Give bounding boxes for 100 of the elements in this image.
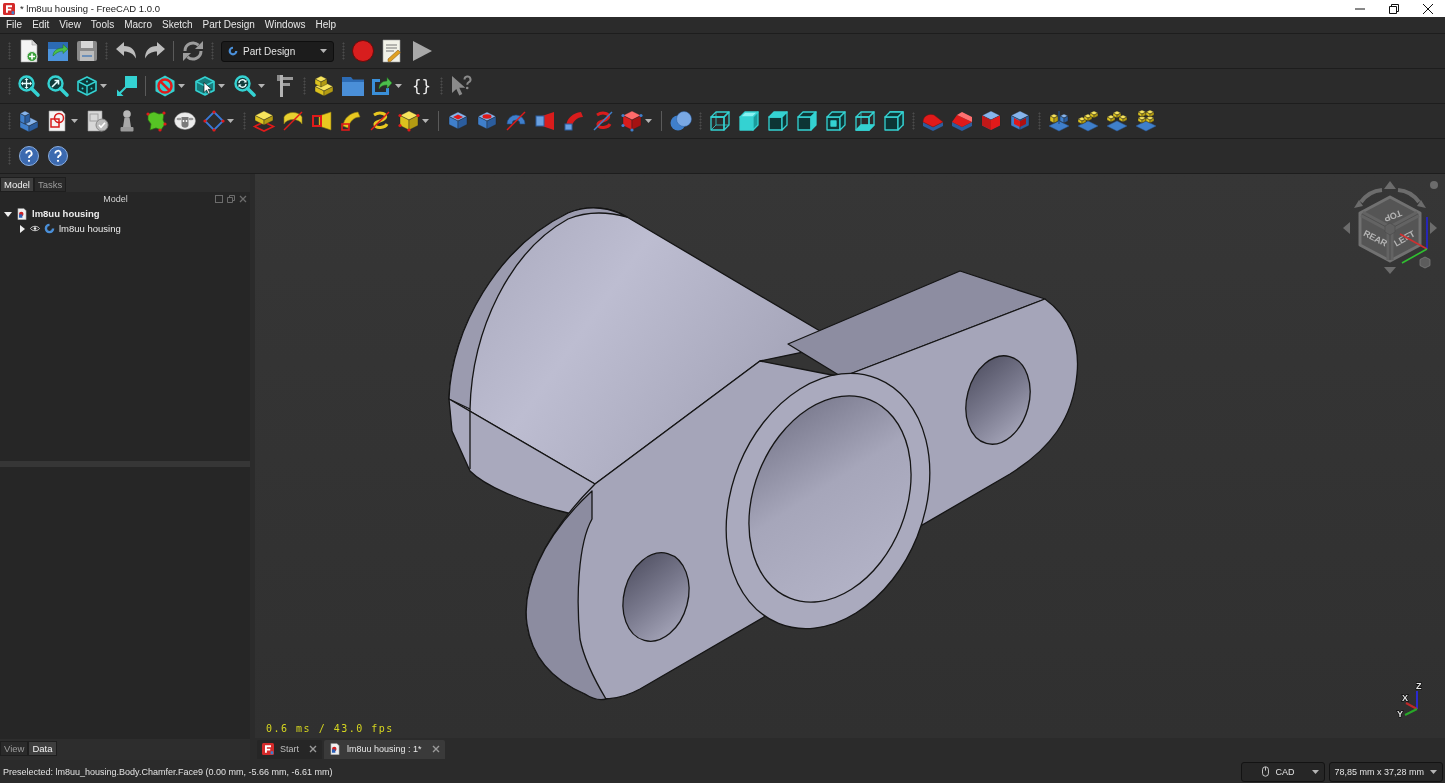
cube-icon[interactable] (852, 109, 877, 133)
mirrored-blocks-icon[interactable] (1046, 109, 1071, 133)
panel-title: Model (102, 194, 129, 204)
menu-item[interactable]: Macro (119, 17, 157, 33)
curved-arrow-icon[interactable] (1354, 188, 1383, 208)
cube-icon[interactable] (736, 109, 761, 133)
caret-icon[interactable] (1430, 769, 1437, 774)
swirl-icon (228, 46, 238, 56)
panel-tab[interactable]: Model (0, 177, 34, 192)
cube-icon[interactable] (823, 109, 848, 133)
caret-icon[interactable] (100, 84, 107, 88)
restore-icon[interactable] (1389, 3, 1399, 14)
view-cube[interactable] (1358, 195, 1422, 264)
toolbar-handle[interactable] (7, 77, 11, 95)
cube-cut-icon[interactable] (619, 109, 644, 133)
tree-arrow-icon[interactable] (18, 224, 26, 233)
blocks-row-icon[interactable] (1075, 109, 1100, 133)
cube-points-icon[interactable] (396, 109, 421, 133)
tree-arrow-icon[interactable] (4, 209, 12, 218)
toolbar-handle[interactable] (210, 42, 214, 60)
square-arrow-icon[interactable] (114, 74, 139, 98)
navigation-style-dropdown[interactable]: CAD (1241, 761, 1326, 782)
axis-label: X (1402, 693, 1408, 703)
toolbar-handle[interactable] (7, 147, 11, 165)
link-arrow-icon[interactable] (369, 74, 394, 98)
menu-item[interactable]: Sketch (157, 17, 198, 33)
revolved-shape-icon[interactable] (280, 109, 305, 133)
diamond-points-icon[interactable] (201, 109, 226, 133)
menu-item[interactable]: Help (310, 17, 341, 33)
document-tab[interactable]: Start (257, 739, 322, 759)
page-check-icon[interactable] (85, 109, 110, 133)
panel-tab[interactable]: View (0, 741, 29, 756)
caret-icon[interactable] (227, 119, 234, 123)
record-dot-icon[interactable] (350, 39, 375, 63)
menu-item[interactable]: View (54, 17, 86, 33)
loft-cut-icon[interactable] (532, 109, 557, 133)
tree-item[interactable]: lm8uu housing (0, 221, 250, 236)
toolbar-handle[interactable] (341, 42, 345, 60)
blocks-arc-icon[interactable] (1104, 109, 1129, 133)
body-icon (44, 223, 55, 234)
folder-icon[interactable] (340, 74, 365, 98)
magnifier-arrows-icon[interactable] (16, 74, 41, 98)
cube-icon[interactable] (765, 109, 790, 133)
mouse-icon (1262, 766, 1270, 777)
toolbar-handle[interactable] (7, 42, 11, 60)
curly-braces-tool[interactable]: {} (409, 74, 434, 98)
cube-icon[interactable] (881, 109, 906, 133)
toolbar-handle[interactable] (1037, 112, 1041, 130)
document-icon (16, 207, 28, 220)
cube-icon[interactable] (707, 109, 732, 133)
circular-arrows-icon[interactable] (180, 39, 205, 63)
menu-item[interactable]: Part Design (197, 17, 260, 33)
extruded-box-icon[interactable] (251, 109, 276, 133)
dimensions-dropdown[interactable]: 78,85 mm x 37,28 mm (1329, 761, 1443, 782)
toolbar-handle[interactable] (7, 112, 11, 130)
app-logo-icon (262, 743, 274, 755)
caret-icon[interactable] (1312, 769, 1320, 774)
caret-icon[interactable] (178, 84, 185, 88)
toolbar-handle[interactable] (911, 112, 915, 130)
cube-cursor-icon[interactable] (192, 74, 217, 98)
caret-icon[interactable] (645, 119, 652, 123)
caret-icon[interactable] (71, 119, 78, 123)
chamfer-block-icon[interactable] (949, 109, 974, 133)
menu-item[interactable]: Windows (259, 17, 311, 33)
menu-item[interactable]: File (1, 17, 28, 33)
panel-tab[interactable]: Tasks (33, 177, 67, 192)
curved-arrow-icon[interactable] (1397, 188, 1426, 208)
maximize-icon[interactable] (215, 195, 223, 203)
swept-shape-icon[interactable] (338, 109, 363, 133)
groove-shape-icon[interactable] (503, 109, 528, 133)
caret-icon[interactable] (218, 84, 225, 88)
help-icon[interactable] (45, 144, 70, 168)
blocks-grid-icon[interactable] (1133, 109, 1158, 133)
help-icon[interactable] (16, 144, 41, 168)
caret-icon[interactable] (258, 84, 265, 88)
menu-item[interactable]: Tools (85, 17, 120, 33)
magnifier-sync-icon[interactable] (232, 74, 257, 98)
toolbar-handle[interactable] (698, 112, 702, 130)
status-message: Preselected: lm8uu_housing.Body.Chamfer.Face9 (0.00 mm, -5.66 mm, -6.61 mm) (3, 766, 333, 777)
close-icon[interactable] (1423, 3, 1433, 14)
toolbar-handle[interactable] (302, 77, 306, 95)
panel-tab[interactable]: Data (28, 741, 57, 756)
loft-shape-icon[interactable] (309, 109, 334, 133)
workbench-dropdown[interactable]: Part Design (221, 40, 334, 62)
toolbar-handle[interactable] (104, 42, 108, 60)
toolbar-handle[interactable] (242, 112, 246, 130)
caret-icon[interactable] (320, 49, 327, 53)
caret-icon[interactable] (422, 119, 429, 123)
sheep-icon[interactable] (172, 109, 197, 133)
cube-icon[interactable] (74, 74, 99, 98)
spheres-icon[interactable] (668, 109, 693, 133)
menu-item[interactable]: Edit (27, 17, 55, 33)
page-pencil-icon[interactable] (379, 39, 404, 63)
document-tab[interactable]: lm8uu housing : 1* (324, 739, 445, 759)
tree-item[interactable]: lm8uu housing (0, 206, 250, 221)
toolbar-handle[interactable] (439, 77, 443, 95)
magnifier-arrow-icon[interactable] (45, 74, 70, 98)
sweep-cut-icon[interactable] (561, 109, 586, 133)
caret-icon[interactable] (395, 84, 402, 88)
cube-icon[interactable] (794, 109, 819, 133)
